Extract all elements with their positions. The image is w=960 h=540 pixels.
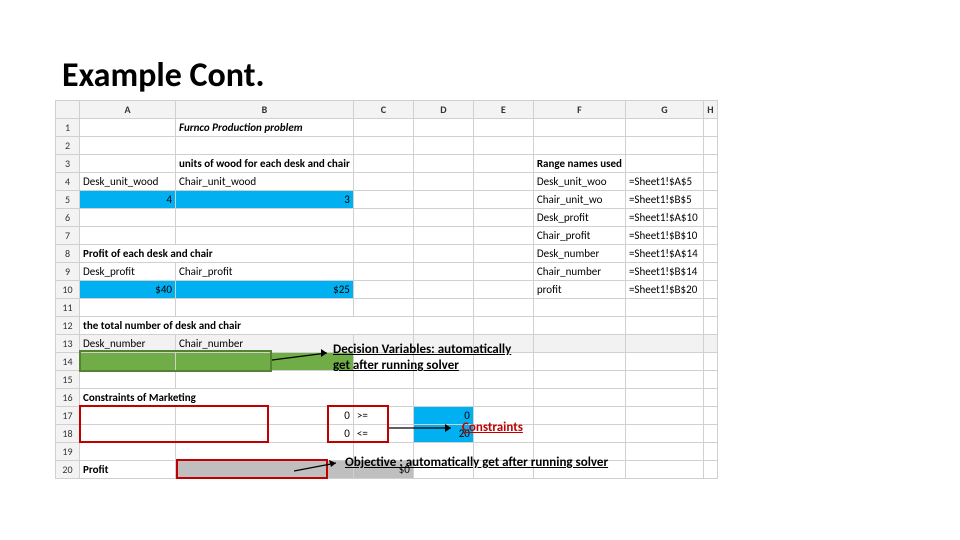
cell: Profit	[80, 461, 176, 479]
col-header: B	[176, 101, 354, 119]
col-header: C	[353, 101, 413, 119]
cell: Range names used	[533, 155, 625, 173]
cell: Chair_number	[176, 335, 354, 353]
spreadsheet-grid: A B C D E F G H 1Furnco Production probl…	[55, 100, 718, 479]
cell: Profit of each desk and chair	[80, 245, 354, 263]
cell: $25	[176, 281, 354, 299]
col-header: F	[533, 101, 625, 119]
cell: Constraints of Marketing	[80, 389, 354, 407]
cell: profit	[533, 281, 625, 299]
cell: the total number of desk and chair	[80, 317, 414, 335]
cell: =Sheet1!$A$10	[625, 209, 703, 227]
cell: =Sheet1!$B$10	[625, 227, 703, 245]
slide-title: Example Cont.	[62, 55, 265, 96]
cell: 3	[176, 191, 354, 209]
col-header: A	[80, 101, 176, 119]
cell: >=	[353, 407, 413, 425]
col-header: H	[703, 101, 717, 119]
cell: Desk_profit	[80, 263, 176, 281]
cell: 0	[176, 425, 354, 443]
cell: Desk_number	[80, 335, 176, 353]
col-header: G	[625, 101, 703, 119]
cell: Desk_number	[533, 245, 625, 263]
cell: 4	[80, 191, 176, 209]
cell: =Sheet1!$A$14	[625, 245, 703, 263]
cell: units of wood for each desk and chair	[176, 155, 354, 173]
cell: Chair_number	[533, 263, 625, 281]
cell: =Sheet1!$B$20	[625, 281, 703, 299]
cell: Chair_profit	[533, 227, 625, 245]
cell: Desk_unit_woo	[533, 173, 625, 191]
cell: 0	[176, 407, 354, 425]
cell: Chair_profit	[176, 263, 354, 281]
cell: <=	[353, 425, 413, 443]
objective-label: Objective : automatically get after runn…	[345, 455, 608, 470]
cell: Chair_unit_wo	[533, 191, 625, 209]
constraints-label: Constraints	[462, 420, 523, 435]
cell: =Sheet1!$B$14	[625, 263, 703, 281]
cell: Desk_profit	[533, 209, 625, 227]
cell: =Sheet1!$A$5	[625, 173, 703, 191]
decision-vars-label: Decision Variables: automaticallyget aft…	[333, 342, 511, 375]
col-header: E	[473, 101, 533, 119]
cell: Desk_unit_wood	[80, 173, 176, 191]
cell: Furnco Production problem	[176, 119, 354, 137]
cell: Chair_unit_wood	[176, 173, 354, 191]
cell: =Sheet1!$B$5	[625, 191, 703, 209]
col-header: D	[413, 101, 473, 119]
cell: $40	[80, 281, 176, 299]
